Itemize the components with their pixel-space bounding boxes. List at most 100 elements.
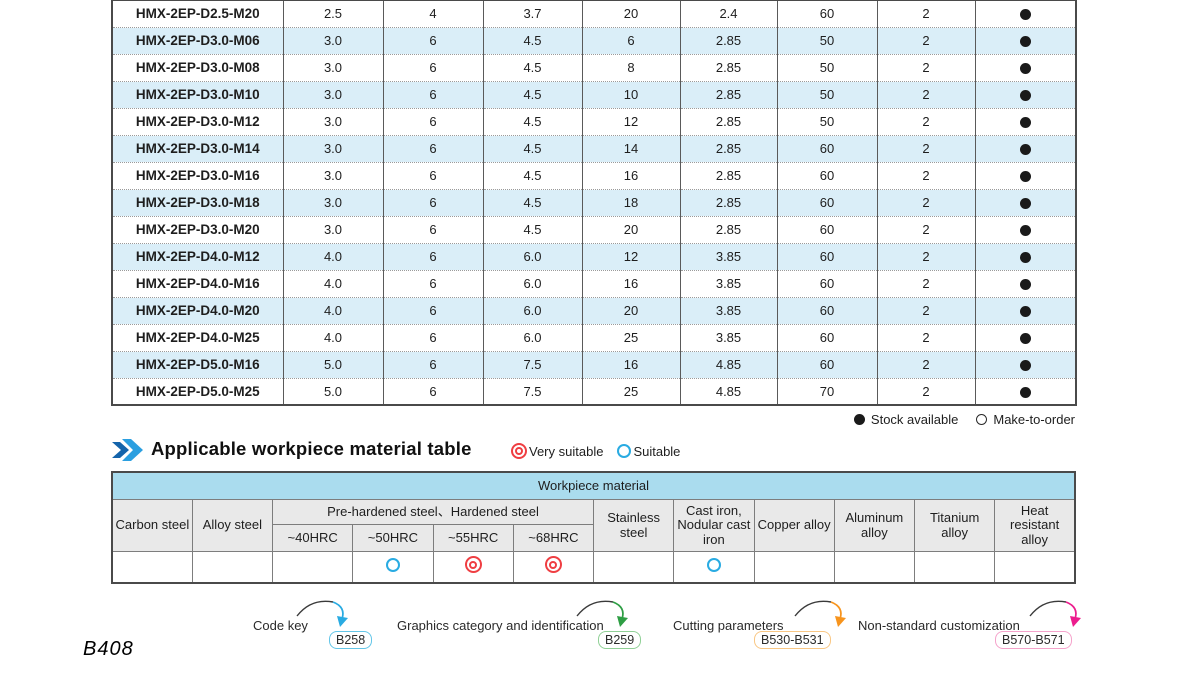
spec-cell: 4.85 <box>680 378 777 405</box>
spec-cell: 6.0 <box>483 243 582 270</box>
spec-cell: 2.85 <box>680 54 777 81</box>
spec-cell: 60 <box>777 270 877 297</box>
stock-available-icon <box>1020 63 1031 74</box>
spec-cell: 50 <box>777 81 877 108</box>
spec-cell: 2 <box>877 378 975 405</box>
spec-cell: 2 <box>877 162 975 189</box>
spec-cell: 16 <box>582 270 680 297</box>
stock-cell <box>975 189 1076 216</box>
spec-cell: 4.0 <box>283 270 383 297</box>
annotation-label: Non-standard customization <box>858 618 1020 633</box>
model-cell: HMX-2EP-D4.0-M25 <box>112 324 283 351</box>
spec-cell: 2 <box>877 243 975 270</box>
make-to-order-legend: Make-to-order <box>976 412 1075 427</box>
spec-cell: 6 <box>383 297 483 324</box>
spec-cell: 2 <box>877 27 975 54</box>
spec-cell: 2.85 <box>680 162 777 189</box>
col-header-alloy-steel: Alloy steel <box>192 500 272 552</box>
spec-table: HMX-2EP-D2.5-M202.543.7202.4602HMX-2EP-D… <box>111 0 1075 406</box>
spec-cell: 2.85 <box>680 135 777 162</box>
very-suitable-icon <box>465 556 482 573</box>
suitability-legend: Very suitable Suitable <box>511 443 680 459</box>
stock-available-icon <box>1020 198 1031 209</box>
spec-cell: 4.0 <box>283 297 383 324</box>
stock-legend: Stock available Make-to-order <box>111 412 1075 427</box>
spec-cell: 6 <box>383 108 483 135</box>
col-header-40hrc: ~40HRC <box>273 525 353 552</box>
suitable-label: Suitable <box>633 444 680 459</box>
rating-cell <box>834 552 914 583</box>
annotation-label: Graphics category and identification <box>397 618 604 633</box>
spec-cell: 2.85 <box>680 27 777 54</box>
model-cell: HMX-2EP-D3.0-M08 <box>112 54 283 81</box>
rating-cell <box>754 552 834 583</box>
spec-cell: 3.0 <box>283 81 383 108</box>
stock-available-icon <box>1020 279 1031 290</box>
spec-cell: 60 <box>777 216 877 243</box>
page-number: B408 <box>83 638 134 661</box>
stock-available-icon <box>1020 387 1031 398</box>
stock-available-icon <box>1020 360 1031 371</box>
spec-cell: 25 <box>582 378 680 405</box>
col-header-hardened-steel-group: Pre-hardened steel、Hardened steel <box>273 500 594 525</box>
spec-cell: 2.4 <box>680 0 777 27</box>
spec-cell: 6.0 <box>483 324 582 351</box>
spec-cell: 4.5 <box>483 81 582 108</box>
spec-cell: 10 <box>582 81 680 108</box>
annotation-graphics-category: Graphics category and identification B25… <box>397 596 657 652</box>
spec-cell: 4.5 <box>483 27 582 54</box>
spec-cell: 2 <box>877 297 975 324</box>
spec-row: HMX-2EP-D4.0-M254.066.0253.85602 <box>112 324 1076 351</box>
spec-cell: 60 <box>777 162 877 189</box>
model-cell: HMX-2EP-D3.0-M16 <box>112 162 283 189</box>
spec-cell: 2 <box>877 135 975 162</box>
stock-cell <box>975 324 1076 351</box>
very-suitable-icon <box>511 443 527 459</box>
col-header-cast-iron: Cast iron, Nodular cast iron <box>674 500 754 552</box>
rating-cell <box>594 552 674 583</box>
spec-cell: 20 <box>582 297 680 324</box>
section-header: Applicable workpiece material table <box>112 437 144 463</box>
model-cell: HMX-2EP-D3.0-M18 <box>112 189 283 216</box>
workpiece-band-title: Workpiece material <box>112 472 1075 500</box>
suitable-icon <box>617 444 631 458</box>
double-chevron-icon <box>112 438 144 462</box>
spec-row: HMX-2EP-D4.0-M124.066.0123.85602 <box>112 243 1076 270</box>
page-ref-box: B530-B531 <box>754 631 831 649</box>
spec-cell: 3.0 <box>283 216 383 243</box>
spec-cell: 3.85 <box>680 270 777 297</box>
spec-cell: 2 <box>877 108 975 135</box>
page-ref-box: B259 <box>598 631 641 649</box>
spec-cell: 2 <box>877 54 975 81</box>
stock-available-icon <box>1020 171 1031 182</box>
stock-available-icon <box>1020 252 1031 263</box>
rating-cell <box>433 552 513 583</box>
make-to-order-label: Make-to-order <box>993 412 1075 427</box>
spec-cell: 6 <box>383 162 483 189</box>
col-header-heat-resistant-alloy: Heat resistant alloy <box>995 500 1075 552</box>
spec-row: HMX-2EP-D3.0-M143.064.5142.85602 <box>112 135 1076 162</box>
stock-available-icon <box>1020 306 1031 317</box>
swoosh-arrow-icon <box>793 596 853 630</box>
spec-cell: 50 <box>777 54 877 81</box>
spec-cell: 5.0 <box>283 378 383 405</box>
spec-cell: 60 <box>777 189 877 216</box>
model-cell: HMX-2EP-D3.0-M20 <box>112 216 283 243</box>
model-cell: HMX-2EP-D4.0-M20 <box>112 297 283 324</box>
spec-cell: 4.85 <box>680 351 777 378</box>
swoosh-arrow-icon <box>295 596 355 630</box>
spec-cell: 6 <box>383 216 483 243</box>
spec-row: HMX-2EP-D3.0-M103.064.5102.85502 <box>112 81 1076 108</box>
spec-row: HMX-2EP-D3.0-M123.064.5122.85502 <box>112 108 1076 135</box>
model-cell: HMX-2EP-D3.0-M14 <box>112 135 283 162</box>
make-to-order-icon <box>976 414 987 425</box>
spec-cell: 2 <box>877 351 975 378</box>
rating-cell <box>353 552 433 583</box>
spec-row: HMX-2EP-D5.0-M165.067.5164.85602 <box>112 351 1076 378</box>
spec-cell: 70 <box>777 378 877 405</box>
section-title: Applicable workpiece material table <box>151 438 472 460</box>
rating-cell <box>192 552 272 583</box>
stock-cell <box>975 135 1076 162</box>
model-cell: HMX-2EP-D5.0-M25 <box>112 378 283 405</box>
spec-cell: 4.5 <box>483 54 582 81</box>
